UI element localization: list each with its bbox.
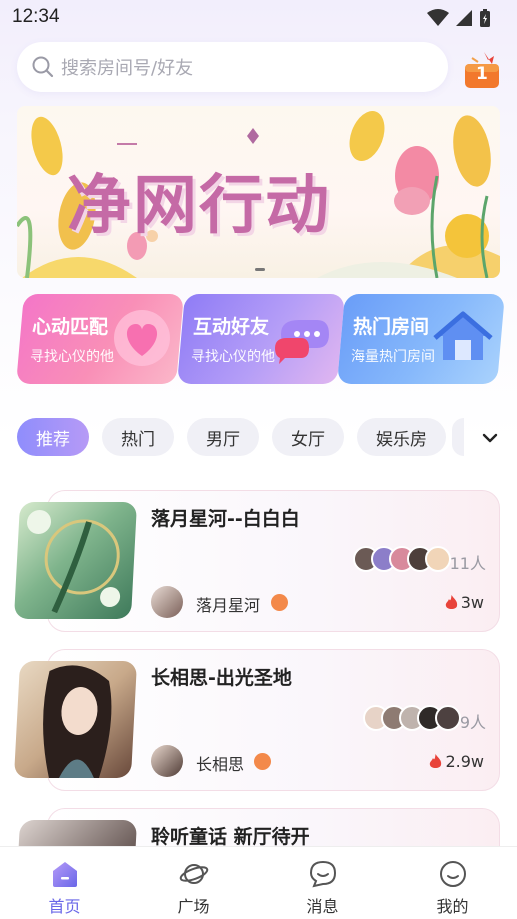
fire-icon <box>445 594 457 609</box>
nav-label: 首页 <box>48 897 81 916</box>
nav-home[interactable]: 首页 <box>0 847 129 919</box>
status-icons <box>427 8 491 28</box>
gift-count: 1 <box>476 64 488 84</box>
room-title: 长相思-出光圣地 <box>151 667 292 689</box>
host-name: 落月星河 <box>196 596 261 615</box>
feature-subtitle: 寻找心仪的他 <box>191 349 275 365</box>
room-title: 聆听童话 新厅待开 <box>151 826 310 848</box>
search-icon <box>32 56 54 78</box>
tab-hot[interactable]: 热门 <box>102 418 174 456</box>
feature-card-hot-rooms[interactable]: 热门房间 海量热门房间 <box>337 294 505 384</box>
tab-recommend[interactable]: 推荐 <box>17 418 89 456</box>
feature-card-match[interactable]: 心动匹配 寻找心仪的他 <box>16 294 184 384</box>
member-count: 11人 <box>449 554 486 573</box>
banner-title: 净网行动 <box>67 169 331 243</box>
feature-subtitle: 海量热门房间 <box>351 349 435 365</box>
bottom-nav: 首页 广场 消息 我的 <box>0 846 517 919</box>
host-avatar <box>151 586 183 618</box>
search-input[interactable]: 搜索房间号/好友 <box>17 42 448 92</box>
host-badge-icon <box>271 594 288 611</box>
tab-overflow[interactable] <box>452 418 464 456</box>
house-icon <box>433 311 493 360</box>
feature-card-friends[interactable]: 互动好友 寻找心仪的他 <box>177 294 345 384</box>
feature-title: 互动好友 <box>193 316 270 338</box>
room-card[interactable]: 长相思-出光圣地 9人 长相思 2.9w <box>13 649 500 791</box>
gift-box-button[interactable]: 1 <box>462 50 502 90</box>
message-icon <box>309 860 336 888</box>
room-cover-image <box>13 661 138 778</box>
tab-male-hall[interactable]: 男厅 <box>187 418 259 456</box>
tab-female-hall[interactable]: 女厅 <box>272 418 344 456</box>
room-card[interactable]: 落月星河--白白白 11人 落月星河 3w <box>13 490 500 632</box>
signal-icon <box>456 10 472 26</box>
member-avatars <box>363 705 461 731</box>
member-count: 9人 <box>459 713 486 732</box>
heat-value: 2.9w <box>445 752 484 771</box>
nav-label: 消息 <box>306 897 339 916</box>
member-avatar <box>435 705 461 731</box>
room-cover-image <box>13 502 138 619</box>
category-tabs: 推荐 热门 男厅 女厅 娱乐房 <box>17 418 446 456</box>
host-name: 长相思 <box>196 755 245 774</box>
home-icon <box>52 862 77 887</box>
status-bar: 12:34 <box>0 0 517 36</box>
heat-indicator: 2.9w <box>429 752 484 771</box>
room-cover-art <box>27 510 121 614</box>
heart-icon <box>114 310 170 366</box>
nav-profile[interactable]: 我的 <box>388 847 517 919</box>
tab-entertainment[interactable]: 娱乐房 <box>357 418 446 456</box>
feature-subtitle: 寻找心仪的他 <box>30 349 114 365</box>
search-placeholder: 搜索房间号/好友 <box>61 58 194 79</box>
wifi-icon <box>427 9 449 26</box>
nav-label: 我的 <box>436 897 469 916</box>
member-avatar <box>425 546 451 572</box>
nav-square[interactable]: 广场 <box>129 847 258 919</box>
status-time: 12:34 <box>12 6 60 27</box>
banner[interactable]: 净网行动 <box>17 106 500 278</box>
fire-icon <box>430 753 442 768</box>
feature-title: 热门房间 <box>353 316 430 338</box>
nav-label: 广场 <box>177 897 210 916</box>
member-avatars <box>353 546 451 572</box>
heat-indicator: 3w <box>445 593 484 612</box>
chevron-down-icon[interactable] <box>478 426 502 450</box>
host-avatar <box>151 745 183 777</box>
battery-icon <box>480 9 490 27</box>
room-cover-art <box>43 665 112 778</box>
host-badge-icon <box>254 753 271 770</box>
nav-messages[interactable]: 消息 <box>258 847 387 919</box>
planet-icon <box>179 864 208 884</box>
chat-bubble-icon <box>275 320 329 364</box>
heat-value: 3w <box>460 593 484 612</box>
banner-indicator <box>255 268 265 271</box>
smiley-icon <box>439 861 466 887</box>
room-title: 落月星河--白白白 <box>151 508 300 530</box>
feature-title: 心动匹配 <box>32 316 109 338</box>
